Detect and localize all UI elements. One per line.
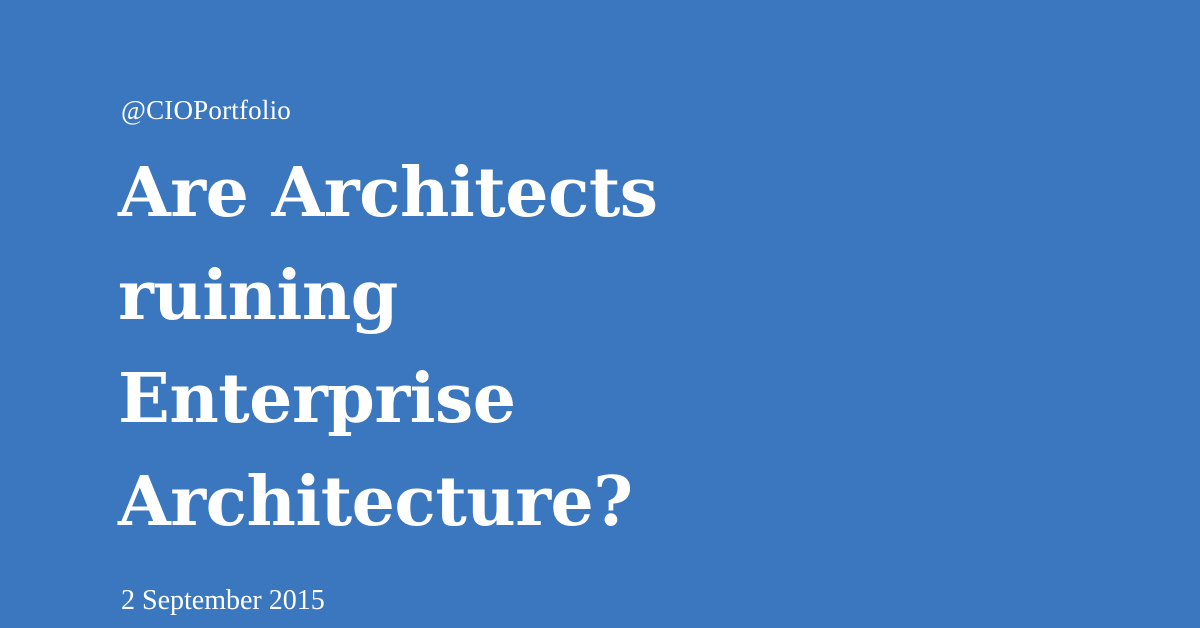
social-share-card: @CIOPortfolio Are Architects ruining Ent…: [0, 0, 1200, 628]
author-handle: @CIOPortfolio: [121, 95, 291, 125]
publish-date: 2 September 2015: [121, 585, 325, 616]
title-line: Are Architects: [118, 153, 658, 233]
title-line: Enterprise: [118, 359, 516, 439]
article-title: Are Architects ruining Enterprise Archit…: [118, 142, 878, 554]
title-line: Architecture?: [118, 462, 633, 542]
title-line: ruining: [118, 256, 398, 336]
